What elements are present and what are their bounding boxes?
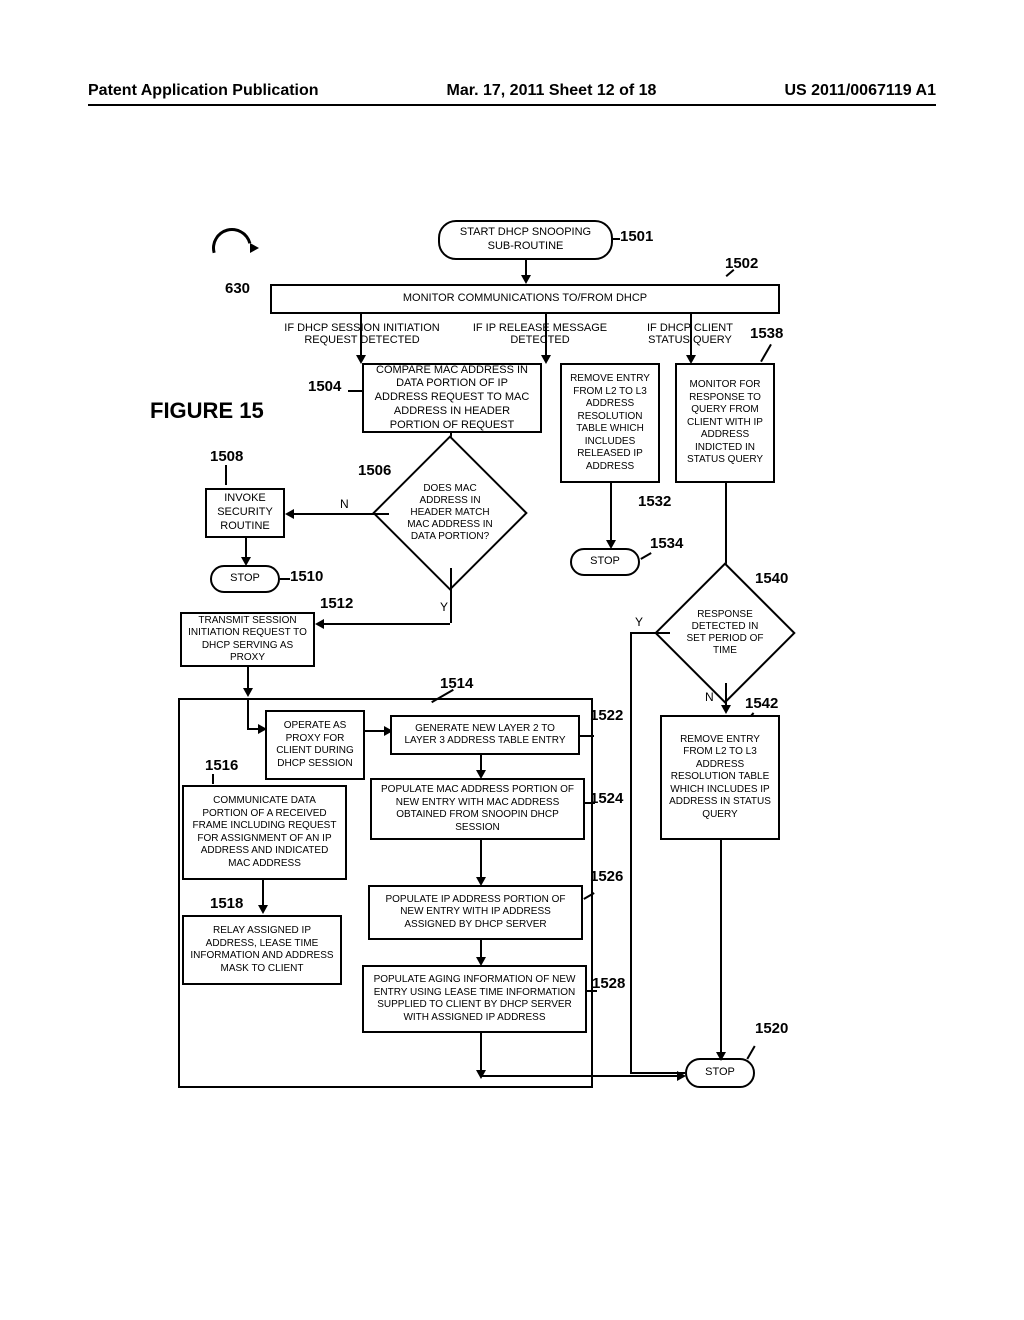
label-1538: 1538 bbox=[750, 325, 783, 342]
comm-block: COMMUNICATE DATA PORTION OF A RECEIVED F… bbox=[182, 785, 347, 880]
label-1510: 1510 bbox=[290, 568, 323, 585]
label-1532: 1532 bbox=[638, 493, 671, 510]
label-1514: 1514 bbox=[440, 675, 473, 692]
label-1508: 1508 bbox=[210, 448, 243, 465]
flowchart-diagram: 630 START DHCP SNOOPING SUB-ROUTINE 1501… bbox=[150, 200, 920, 1140]
start-node: START DHCP SNOOPING SUB-ROUTINE bbox=[438, 220, 613, 260]
decision-1506: DOES MAC ADDRESS IN HEADER MATCH MAC ADD… bbox=[395, 458, 505, 568]
label-1501: 1501 bbox=[620, 228, 653, 245]
label-1520: 1520 bbox=[755, 1020, 788, 1037]
decision-n: N bbox=[340, 497, 349, 511]
label-1540: 1540 bbox=[755, 570, 788, 587]
popip-block: POPULATE IP ADDRESS PORTION OF NEW ENTRY… bbox=[368, 885, 583, 940]
label-1518: 1518 bbox=[210, 895, 243, 912]
header-left: Patent Application Publication bbox=[88, 82, 319, 100]
remove2-block: REMOVE ENTRY FROM L2 TO L3 ADDRESS RESOL… bbox=[660, 715, 780, 840]
invoke-block: INVOKE SECURITY ROUTINE bbox=[205, 488, 285, 538]
popmac-block: POPULATE MAC ADDRESS PORTION OF NEW ENTR… bbox=[370, 778, 585, 840]
arrowhead-icon bbox=[250, 243, 259, 253]
relay-block: RELAY ASSIGNED IP ADDRESS, LEASE TIME IN… bbox=[182, 915, 342, 985]
label-1502: 1502 bbox=[725, 255, 758, 272]
header-right: US 2011/0067119 A1 bbox=[784, 82, 936, 100]
label-1534: 1534 bbox=[650, 535, 683, 552]
header-center: Mar. 17, 2011 Sheet 12 of 18 bbox=[447, 82, 657, 100]
popage-block: POPULATE AGING INFORMATION OF NEW ENTRY … bbox=[362, 965, 587, 1033]
proxy-block: OPERATE AS PROXY FOR CLIENT DURING DHCP … bbox=[265, 710, 365, 780]
label-1512: 1512 bbox=[320, 595, 353, 612]
monitor-block: MONITOR COMMUNICATIONS TO/FROM DHCP bbox=[270, 284, 780, 314]
label-1522: 1522 bbox=[590, 707, 623, 724]
label-1516: 1516 bbox=[205, 757, 238, 774]
transmit-block: TRANSMIT SESSION INITIATION REQUEST TO D… bbox=[180, 612, 315, 667]
monitor2-block: MONITOR FOR RESPONSE TO QUERY FROM CLIEN… bbox=[675, 363, 775, 483]
figure-title: FIGURE 15 bbox=[150, 398, 264, 424]
branch2-label: IF IP RELEASE MESSAGE DETECTED bbox=[470, 322, 610, 346]
branch1-label: IF DHCP SESSION INITIATION REQUEST DETEC… bbox=[272, 322, 452, 346]
decision-y: Y bbox=[440, 600, 448, 614]
label-1524: 1524 bbox=[590, 790, 623, 807]
stop1-node: STOP bbox=[210, 565, 280, 593]
stop2-node: STOP bbox=[570, 548, 640, 576]
remove1-block: REMOVE ENTRY FROM L2 TO L3 ADDRESS RESOL… bbox=[560, 363, 660, 483]
label-1528: 1528 bbox=[592, 975, 625, 992]
label-1504: 1504 bbox=[308, 378, 341, 395]
compare-block: COMPARE MAC ADDRESS IN DATA PORTION OF I… bbox=[362, 363, 542, 433]
generate-block: GENERATE NEW LAYER 2 TO LAYER 3 ADDRESS … bbox=[390, 715, 580, 755]
label-1542: 1542 bbox=[745, 695, 778, 712]
label-1526: 1526 bbox=[590, 868, 623, 885]
stop3-node: STOP bbox=[685, 1058, 755, 1088]
label-1506: 1506 bbox=[358, 462, 391, 479]
decision2-y: Y bbox=[635, 615, 643, 629]
label-630: 630 bbox=[225, 280, 250, 297]
decision-1540: RESPONSE DETECTED IN SET PERIOD OF TIME bbox=[675, 583, 775, 683]
decision2-n: N bbox=[705, 690, 714, 704]
page-header: Patent Application Publication Mar. 17, … bbox=[88, 82, 936, 106]
